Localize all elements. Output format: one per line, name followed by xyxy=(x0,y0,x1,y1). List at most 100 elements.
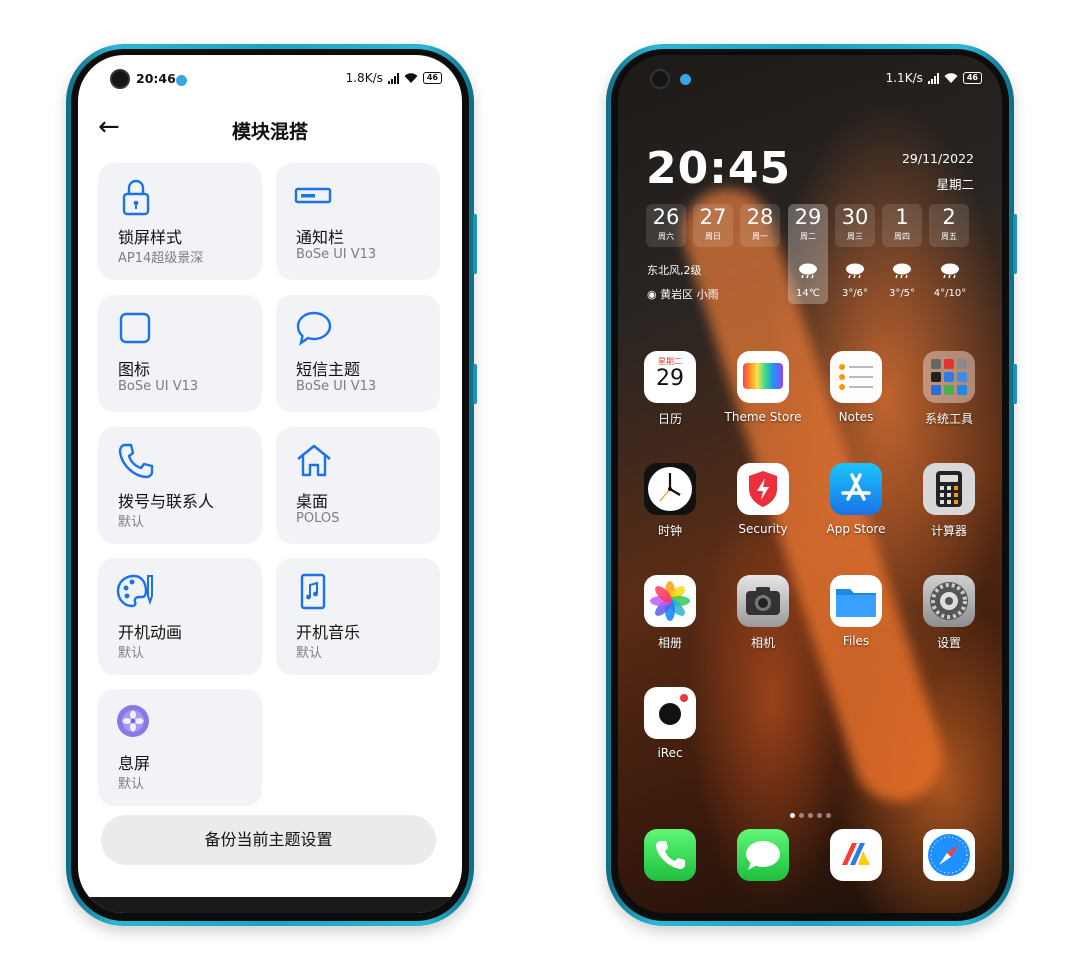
app-label: Security xyxy=(738,522,788,536)
flower-icon xyxy=(117,705,149,737)
module-card-boot-animation[interactable]: 开机动画 默认 xyxy=(98,558,262,675)
module-card-icons[interactable]: 图标 BoSe UI V13 xyxy=(98,295,262,412)
app-camera[interactable]: 相机 xyxy=(723,575,803,651)
front-camera xyxy=(650,69,670,89)
app-settings[interactable]: 设置 xyxy=(909,575,989,651)
photos-icon xyxy=(644,575,696,627)
app-photos[interactable]: 相册 xyxy=(630,575,710,651)
status-time: 20:46 xyxy=(136,71,176,86)
rain-cloud-icon xyxy=(799,263,817,279)
calculator-icon xyxy=(923,463,975,515)
app-label: Theme Store xyxy=(724,410,802,424)
camera-icon xyxy=(737,575,789,627)
irec-icon xyxy=(644,687,696,739)
app-label: iRec xyxy=(657,746,683,760)
signal-icon xyxy=(927,72,939,84)
module-value: 默认 xyxy=(296,646,323,661)
home-icon xyxy=(297,444,331,477)
clock-widget-weekday: 星期二 xyxy=(936,177,974,192)
rain-cloud-icon xyxy=(846,263,864,279)
clock-icon xyxy=(644,463,696,515)
bottom-bezel xyxy=(78,897,462,913)
module-card-sms[interactable]: 短信主题 BoSe UI V13 xyxy=(276,295,440,412)
app-clock[interactable]: 时钟 xyxy=(630,463,710,539)
forecast-day: 2 周五 xyxy=(929,204,969,247)
clock-widget-date: 29/11/2022 xyxy=(901,151,974,166)
app-calculator[interactable]: 计算器 xyxy=(909,463,989,539)
app-theme-store[interactable]: Theme Store xyxy=(723,351,803,424)
forecast-day-label: 周一 xyxy=(752,232,768,241)
notes-icon xyxy=(830,351,882,403)
calendar-icon: 星期二 29 xyxy=(644,351,696,403)
page-dot xyxy=(798,813,804,818)
dock-safari-compass-icon[interactable] xyxy=(923,829,975,881)
module-name: 开机音乐 xyxy=(296,623,361,642)
app-store-icon xyxy=(830,463,882,515)
forecast-day-label: 周三 xyxy=(847,232,863,241)
music-file-icon xyxy=(300,573,326,610)
app-irec[interactable]: iRec xyxy=(630,687,710,760)
lock-icon xyxy=(122,179,150,216)
clock-widget-time[interactable]: 20:45 xyxy=(646,143,791,194)
forecast-day-number: 29 xyxy=(794,205,822,229)
module-card-lockscreen[interactable]: 锁屏样式 AP14超级景深 xyxy=(98,163,262,280)
palette-icon xyxy=(116,574,153,608)
app-label: App Store xyxy=(826,522,886,536)
module-value: BoSe UI V13 xyxy=(296,247,377,262)
status-bar: 20:46 1.8K/s 46 xyxy=(78,55,462,101)
app-system-tools-folder[interactable]: 系统工具 xyxy=(909,351,989,427)
volume-button xyxy=(1013,214,1017,274)
app-security[interactable]: Security xyxy=(723,463,803,536)
battery-icon: 46 xyxy=(422,72,442,84)
module-name: 锁屏样式 xyxy=(118,228,183,247)
square-icon xyxy=(119,312,151,344)
module-value: 默认 xyxy=(118,777,145,792)
signal-icon xyxy=(387,72,399,84)
module-card-notification[interactable]: 通知栏 BoSe UI V13 xyxy=(276,163,440,280)
dock-vivo-app-icon[interactable] xyxy=(830,829,882,881)
weather-temp: 4°/10° xyxy=(933,288,967,299)
weather-location-text: 黄岩区 小雨 xyxy=(660,288,719,301)
page-title: 模块混搭 xyxy=(231,121,308,143)
module-card-desktop[interactable]: 桌面 POLOS xyxy=(276,427,440,544)
folder-icon xyxy=(923,351,975,403)
dock-phone-call-icon[interactable] xyxy=(644,829,696,881)
module-value: POLOS xyxy=(296,511,340,526)
forecast-day: 1 周四 xyxy=(882,204,922,247)
telegram-icon xyxy=(176,75,187,86)
forecast-day: 26 周六 xyxy=(646,204,686,247)
front-camera xyxy=(110,69,130,89)
dock-messages-icon[interactable] xyxy=(737,829,789,881)
backup-theme-button[interactable]: 备份当前主题设置 xyxy=(101,815,436,865)
rain-cloud-icon xyxy=(941,263,959,279)
app-label: 计算器 xyxy=(930,524,967,538)
module-card-boot-music[interactable]: 开机音乐 默认 xyxy=(276,558,440,675)
module-card-dialer[interactable]: 拨号与联系人 默认 xyxy=(98,427,262,544)
app-label: 相册 xyxy=(657,636,682,650)
module-value: AP14超级景深 xyxy=(118,251,204,266)
page-indicator[interactable] xyxy=(618,803,1002,822)
telegram-icon xyxy=(680,74,691,85)
app-label: Files xyxy=(842,634,870,648)
forecast-day-number: 27 xyxy=(699,205,727,229)
forecast-day-number: 30 xyxy=(841,205,869,229)
module-card-aod[interactable]: 息屏 默认 xyxy=(98,689,262,806)
status-bar: 1.1K/s 46 xyxy=(618,55,1002,101)
app-label: 时钟 xyxy=(657,524,682,538)
app-notes[interactable]: Notes xyxy=(816,351,896,424)
page-dot xyxy=(807,813,813,818)
app-label: 设置 xyxy=(936,636,961,650)
app-calendar[interactable]: 星期二 29 日历 xyxy=(630,351,710,427)
weather-temp: 3°/5° xyxy=(888,288,916,299)
network-speed: 1.1K/s xyxy=(885,71,923,85)
forecast-day: 30 周三 xyxy=(835,204,875,247)
module-name: 桌面 xyxy=(296,492,329,511)
app-files[interactable]: Files xyxy=(816,575,896,648)
weather-wind: 东北风,2级 xyxy=(647,264,702,277)
location-pin-icon: ◉ xyxy=(647,288,657,301)
forecast-day-number: 1 xyxy=(895,205,909,229)
phone-icon xyxy=(118,443,154,479)
page-dot xyxy=(816,813,822,818)
app-app-store[interactable]: App Store xyxy=(816,463,896,536)
weather-temp: 3°/6° xyxy=(841,288,869,299)
